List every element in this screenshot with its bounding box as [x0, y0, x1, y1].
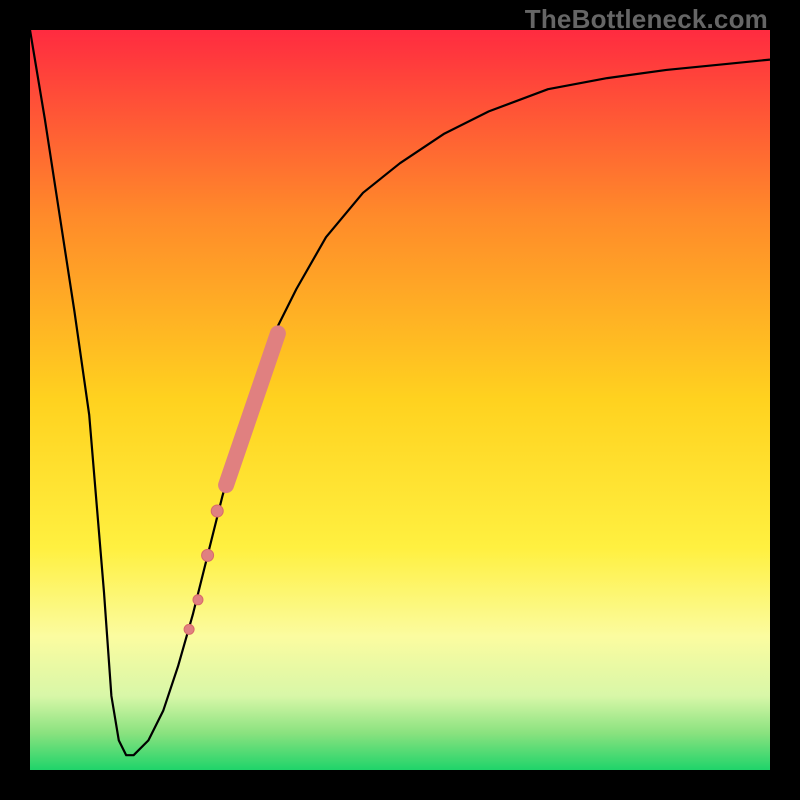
highlight-dot — [211, 505, 223, 517]
chart-svg — [30, 30, 770, 770]
highlight-dot — [202, 549, 214, 561]
watermark-text: TheBottleneck.com — [525, 4, 768, 35]
highlight-dot — [193, 595, 203, 605]
chart-frame: TheBottleneck.com — [0, 0, 800, 800]
gradient-background — [30, 30, 770, 770]
highlight-dot — [184, 624, 194, 634]
plot-area — [30, 30, 770, 770]
